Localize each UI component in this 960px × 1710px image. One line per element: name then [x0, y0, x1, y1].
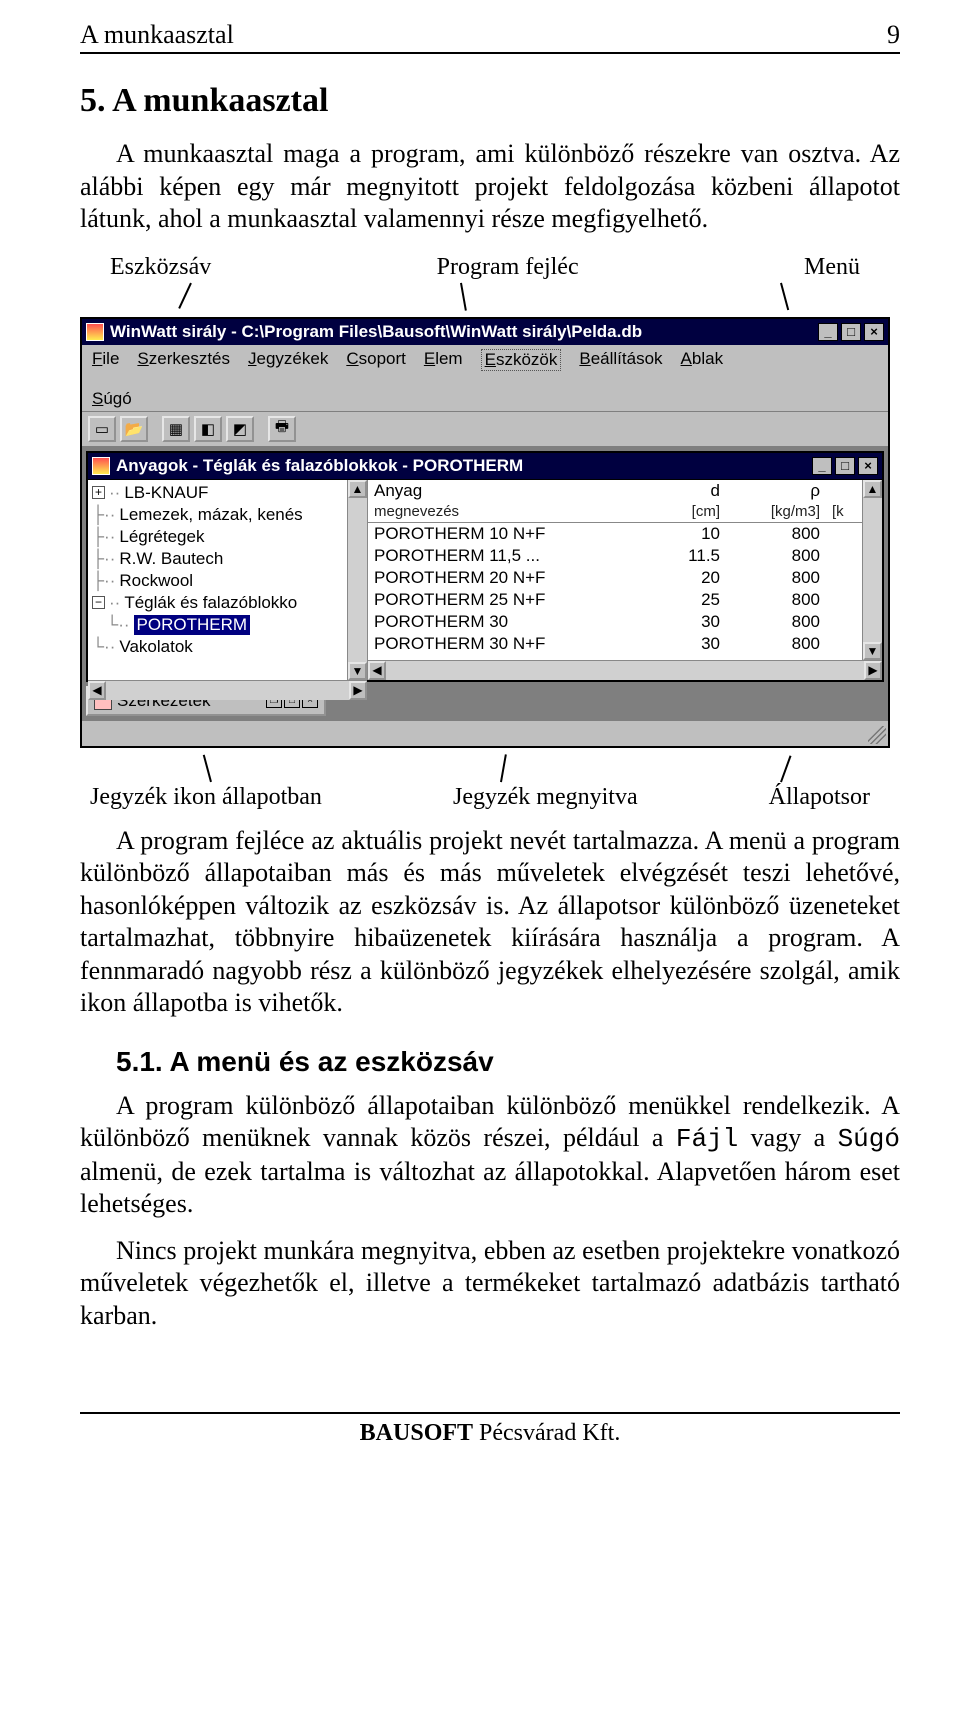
data-grid[interactable]: Anyagmegnevezés d[cm] ρ[kg/m3] [k POROTH… [368, 480, 862, 660]
subsection-heading: 5.1. A menü és az eszközsáv [116, 1046, 900, 1078]
scroll-right-icon[interactable]: ▶ [349, 681, 367, 700]
running-head-left: A munkaasztal [80, 20, 234, 50]
scroll-up-icon[interactable]: ▲ [348, 480, 367, 498]
resize-grip-icon[interactable] [868, 726, 886, 744]
menu-jegyzekek[interactable]: Jegyzékek [248, 349, 328, 371]
app-titlebar[interactable]: WinWatt sirály - C:\Program Files\Bausof… [82, 319, 888, 345]
paragraph-nincs-projekt: Nincs projekt munkára megnyitva, ebben a… [80, 1235, 900, 1333]
child-minimize-button[interactable]: _ [812, 457, 832, 475]
menu-sugo[interactable]: Súgó [92, 389, 878, 409]
callout-iconized-list: Jegyzék ikon állapotban [90, 784, 322, 811]
menu-beallitasok[interactable]: Beállítások [579, 349, 662, 371]
minimize-button[interactable]: _ [818, 323, 838, 341]
tree-node: ├··Légrétegek [92, 526, 347, 548]
grid-header: Anyagmegnevezés d[cm] ρ[kg/m3] [k [368, 480, 862, 523]
tb-tool5-icon[interactable]: ◩ [226, 416, 254, 442]
tree-node-selected: └··POROTHERM [92, 614, 347, 636]
app-icon [86, 323, 104, 341]
grid-row: POROTHERM 10 N+F10800 [368, 523, 862, 545]
grid-row: POROTHERM 30 N+F30800 [368, 633, 862, 655]
app-window: WinWatt sirály - C:\Program Files\Bausof… [80, 317, 890, 748]
tb-new-icon[interactable]: ▭ [88, 416, 116, 442]
tree-list[interactable]: +··LB-KNAUF ├··Lemezek, mázak, kenés ├··… [88, 480, 347, 680]
callout-menu: Menü [804, 254, 860, 281]
tree-node: ├··R.W. Bautech [92, 548, 347, 570]
code-sugo: Súgó [838, 1124, 900, 1154]
child-maximize-button[interactable]: □ [835, 457, 855, 475]
child-titlebar[interactable]: Anyagok - Téglák és falazóblokkok - PORO… [88, 453, 882, 479]
maximize-button[interactable]: □ [841, 323, 861, 341]
scroll-left-icon[interactable]: ◀ [368, 661, 386, 680]
app-title: WinWatt sirály - C:\Program Files\Bausof… [110, 322, 812, 342]
scroll-down-icon[interactable]: ▼ [863, 642, 882, 660]
grid-row: POROTHERM 11,5 ...11.5800 [368, 545, 862, 567]
child-close-button[interactable]: × [858, 457, 878, 475]
menu-file[interactable]: File [92, 349, 119, 371]
scroll-left-icon[interactable]: ◀ [88, 681, 106, 700]
footer-company: Pécsvárad Kft. [473, 1420, 620, 1446]
scroll-down-icon[interactable]: ▼ [348, 662, 367, 680]
tb-print-icon[interactable]: 🖶 [268, 416, 296, 442]
callout-open-list: Jegyzék megnyitva [453, 784, 638, 811]
callout-toolbar: Eszközsáv [110, 254, 211, 281]
page-footer: BAUSOFT Pécsvárad Kft. [80, 1412, 900, 1447]
tree-pane: +··LB-KNAUF ├··Lemezek, mázak, kenés ├··… [88, 480, 368, 680]
tree-node: └··Vakolatok [92, 636, 347, 658]
grid-row: POROTHERM 3030800 [368, 611, 862, 633]
menu-bar: File Szerkesztés Jegyzékek Csoport Elem … [82, 345, 888, 412]
scroll-up-icon[interactable]: ▲ [863, 480, 882, 498]
tree-node: ├··Rockwool [92, 570, 347, 592]
scroll-right-icon[interactable]: ▶ [864, 661, 882, 680]
intro-paragraph: A munkaasztal maga a program, ami különb… [80, 138, 900, 236]
menu-csoport[interactable]: Csoport [346, 349, 406, 371]
page-number: 9 [887, 20, 900, 50]
menu-elem[interactable]: Elem [424, 349, 463, 371]
toolbar: ▭ 📂 ▦ ◧ ◩ 🖶 [82, 412, 888, 447]
status-bar [82, 720, 888, 746]
mdi-area: Anyagok - Téglák és falazóblokkok - PORO… [82, 447, 888, 720]
callout-statusbar: Állapotsor [769, 784, 870, 811]
grid-hscroll[interactable]: ◀ ▶ [368, 660, 882, 680]
grid-vscroll[interactable]: ▲ ▼ [862, 480, 882, 660]
tree-vscroll[interactable]: ▲ ▼ [347, 480, 367, 680]
grid-pane: Anyagmegnevezés d[cm] ρ[kg/m3] [k POROTH… [368, 480, 882, 680]
tree-node: −··Téglák és falazóblokko [92, 592, 347, 614]
child-title: Anyagok - Téglák és falazóblokkok - PORO… [116, 456, 806, 476]
callout-leaders-bottom [80, 754, 890, 782]
grid-row: POROTHERM 25 N+F25800 [368, 589, 862, 611]
callouts-top: Eszközsáv Program fejléc Menü [80, 254, 890, 283]
tb-open-icon[interactable]: 📂 [120, 416, 148, 442]
footer-brand: BAUSOFT [360, 1420, 473, 1446]
paragraph-menu-eszkozsav: A program különböző állapotaiban különbö… [80, 1090, 900, 1221]
section-heading: 5. A munkaasztal [80, 82, 900, 120]
child-window-anyagok: Anyagok - Téglák és falazóblokkok - PORO… [86, 451, 884, 682]
grid-row: POROTHERM 20 N+F20800 [368, 567, 862, 589]
callout-titlebar: Program fejléc [437, 254, 579, 281]
paragraph-fejlec: A program fejléce az aktuális projekt ne… [80, 825, 900, 1020]
menu-eszkozok[interactable]: Eszközök [481, 349, 562, 371]
figure-workspace: Eszközsáv Program fejléc Menü WinWatt si… [80, 254, 890, 811]
menu-ablak[interactable]: Ablak [681, 349, 724, 371]
menu-szerkesztes[interactable]: Szerkesztés [137, 349, 230, 371]
tree-node: +··LB-KNAUF [92, 482, 347, 504]
callouts-bottom: Jegyzék ikon állapotban Jegyzék megnyitv… [80, 784, 890, 811]
callout-leaders-top [80, 283, 890, 311]
child-icon [92, 457, 110, 475]
close-button[interactable]: × [864, 323, 884, 341]
code-fajl: Fájl [676, 1124, 738, 1154]
tb-tool3-icon[interactable]: ▦ [162, 416, 190, 442]
running-head: A munkaasztal 9 [80, 20, 900, 54]
tree-node: ├··Lemezek, mázak, kenés [92, 504, 347, 526]
tb-tool4-icon[interactable]: ◧ [194, 416, 222, 442]
tree-hscroll[interactable]: ◀ ▶ [88, 680, 367, 700]
